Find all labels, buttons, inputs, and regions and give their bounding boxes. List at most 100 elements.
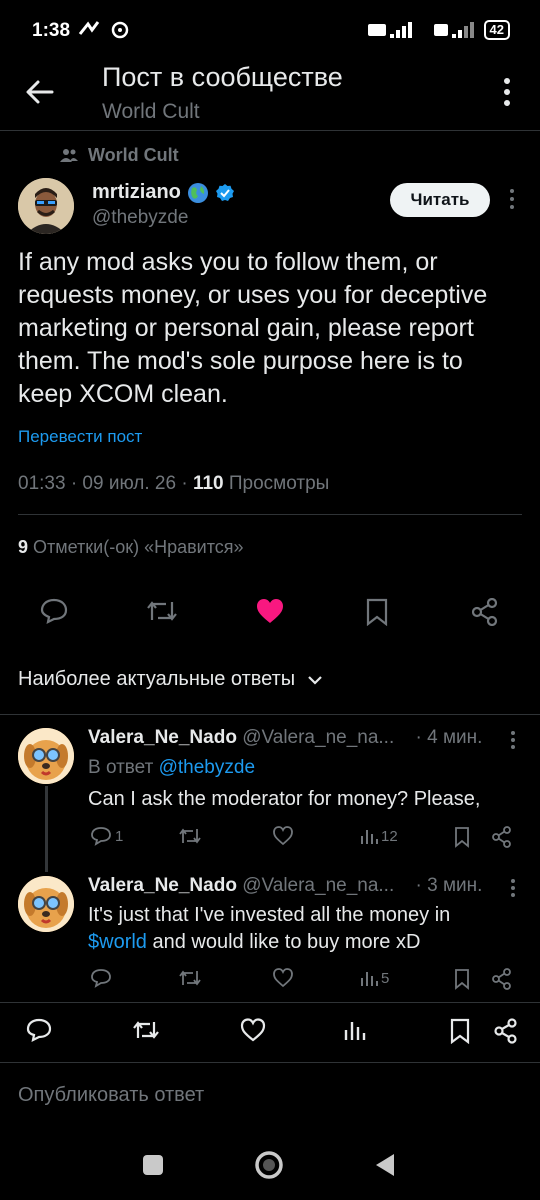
heart-icon [273,826,293,846]
bottom-action-bar [0,1010,540,1050]
reply-to-line: В ответ @thebyzde [88,757,255,779]
reply-text-start: It's just that I've invested all the mon… [88,904,451,926]
author-handle[interactable]: @thebyzde [92,207,188,229]
header-divider [0,130,540,131]
reply-views-button[interactable]: 5 [360,968,389,988]
views-count: 110 [192,473,224,494]
verified-badge-icon [215,183,234,201]
reply-composer-input[interactable]: Опубликовать ответ [18,1084,204,1107]
reply-like-button[interactable] [272,826,294,846]
analytics-icon [361,830,378,844]
more-vertical-icon[interactable] [502,76,512,108]
views-label: Просмотры [223,473,330,494]
post-meta: 01:33 · 09 июл. 26 · 110 Просмотры [18,473,329,495]
repost-icon[interactable] [178,968,202,988]
post-more-icon[interactable] [508,188,516,210]
reply-icon[interactable] [90,968,112,988]
app-notification-icon [111,21,129,39]
meta-divider [18,514,522,515]
battery-indicator: 42 [483,20,510,40]
author-name-row[interactable]: mrtiziano [92,181,235,204]
community-name: World Cult [88,145,179,165]
globe-emoji-icon [187,182,208,203]
reply-text: Can I ask the moderator for money? Pleas… [88,788,481,810]
reply-reply-button[interactable]: 1 [90,826,123,846]
status-time: 1:38 [32,20,71,41]
post-timestamp: 01:33 · 09 июл. 26 · [18,473,193,494]
bookmark-icon[interactable] [450,1018,470,1044]
replies-sort-label: Наиболее актуальные ответы [18,668,296,690]
reply-more-icon[interactable] [510,878,516,898]
reply-time: · 3 мин. [415,875,483,896]
status-bar: 1:38 42 [0,0,540,62]
like-filled-icon[interactable] [256,598,284,624]
reply-time: · 4 мин. [415,727,483,748]
repost-icon[interactable] [132,1018,160,1042]
thread-connector [45,786,48,872]
replies-sort-dropdown[interactable]: Наиболее актуальные ответы [18,668,323,691]
reply-views-count: 5 [381,969,390,987]
share-icon[interactable] [492,826,512,848]
follow-button[interactable]: Читать [390,183,490,217]
analytics-icon [361,972,378,986]
post-action-bar [0,592,540,632]
reply-avatar[interactable] [18,728,74,784]
notification-icon [78,21,100,35]
reply-icon[interactable] [40,598,68,624]
heart-icon[interactable] [240,1018,266,1042]
reply-action-bar: 1 12 [88,826,528,852]
reply-header[interactable]: Valera_Ne_Nado @Valera_ne_na... · 4 мин. [88,727,482,749]
reply-avatar[interactable] [18,876,74,932]
reply-repost-button[interactable] [178,826,202,846]
author-name: mrtiziano [92,181,181,203]
share-icon[interactable] [472,598,498,626]
reply-text: It's just that I've invested all the mon… [88,902,508,956]
heart-icon[interactable] [272,968,294,988]
community-icon [60,148,78,162]
bookmark-icon[interactable] [454,968,470,990]
reply-count: 1 [115,827,124,845]
signal-icon [367,22,412,38]
status-right-icons: 42 [366,20,510,40]
author-avatar[interactable] [18,178,74,234]
reply-views-button[interactable]: 12 [360,826,398,846]
composer-divider [0,1062,540,1063]
home-icon[interactable] [254,1150,284,1180]
back-nav-icon[interactable] [374,1152,396,1178]
chevron-down-icon [308,675,322,685]
recents-icon[interactable] [142,1154,164,1176]
page-subtitle: World Cult [102,100,200,123]
reply-to-handle-link[interactable]: @thebyzde [159,757,255,778]
reply-header[interactable]: Valera_Ne_Nado @Valera_ne_na... · 3 мин. [88,875,482,897]
bookmark-icon[interactable] [454,826,470,848]
post-text: If any mod asks you to follow them, or r… [18,248,488,408]
reply-author-name: Valera_Ne_Nado [88,727,237,748]
share-icon[interactable] [492,968,512,990]
reply-author-handle: @Valera_ne_na... [242,727,395,748]
replies-divider [0,1002,540,1003]
signal-2-icon [433,22,474,38]
page-title: Пост в сообществе [102,62,343,92]
likes-summary[interactable]: 9 Отметки(-ок) «Нравится» [18,537,244,558]
reply-icon [91,827,111,846]
reply-more-icon[interactable] [510,730,516,750]
cashtag-link[interactable]: $world [88,931,147,953]
reply-views-count: 12 [381,827,398,845]
repost-icon[interactable] [146,598,178,624]
likes-label: Отметки(-ок) «Нравится» [28,537,244,557]
bookmark-icon[interactable] [366,598,388,626]
share-icon[interactable] [494,1018,518,1044]
status-left-icons [78,20,130,40]
reply-text-end: and would like to buy more xD [146,931,421,953]
repost-icon [179,828,201,844]
reply-author-name: Valera_Ne_Nado [88,875,237,896]
reply-author-handle: @Valera_ne_na... [242,875,395,896]
reply-action-bar: 5 [88,968,528,994]
translate-post-link[interactable]: Перевести пост [18,427,142,447]
back-arrow-icon[interactable] [22,74,58,110]
likes-count: 9 [18,537,29,557]
reply-to-prefix: В ответ [88,757,159,778]
analytics-icon[interactable] [344,1018,366,1042]
reply-icon[interactable] [26,1018,52,1042]
community-label[interactable]: World Cult [60,145,179,166]
